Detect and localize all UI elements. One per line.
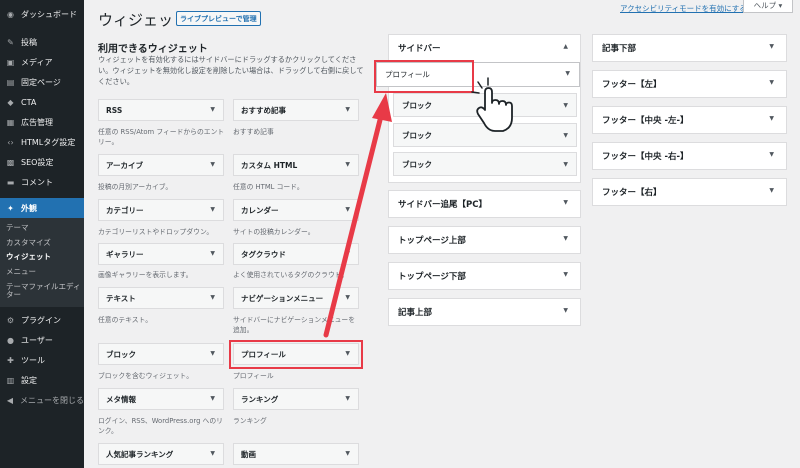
arrow-shaft [323,109,385,338]
drag-arrow [323,93,392,338]
arrow-head [372,93,392,122]
hand-pointer-icon [471,77,513,132]
